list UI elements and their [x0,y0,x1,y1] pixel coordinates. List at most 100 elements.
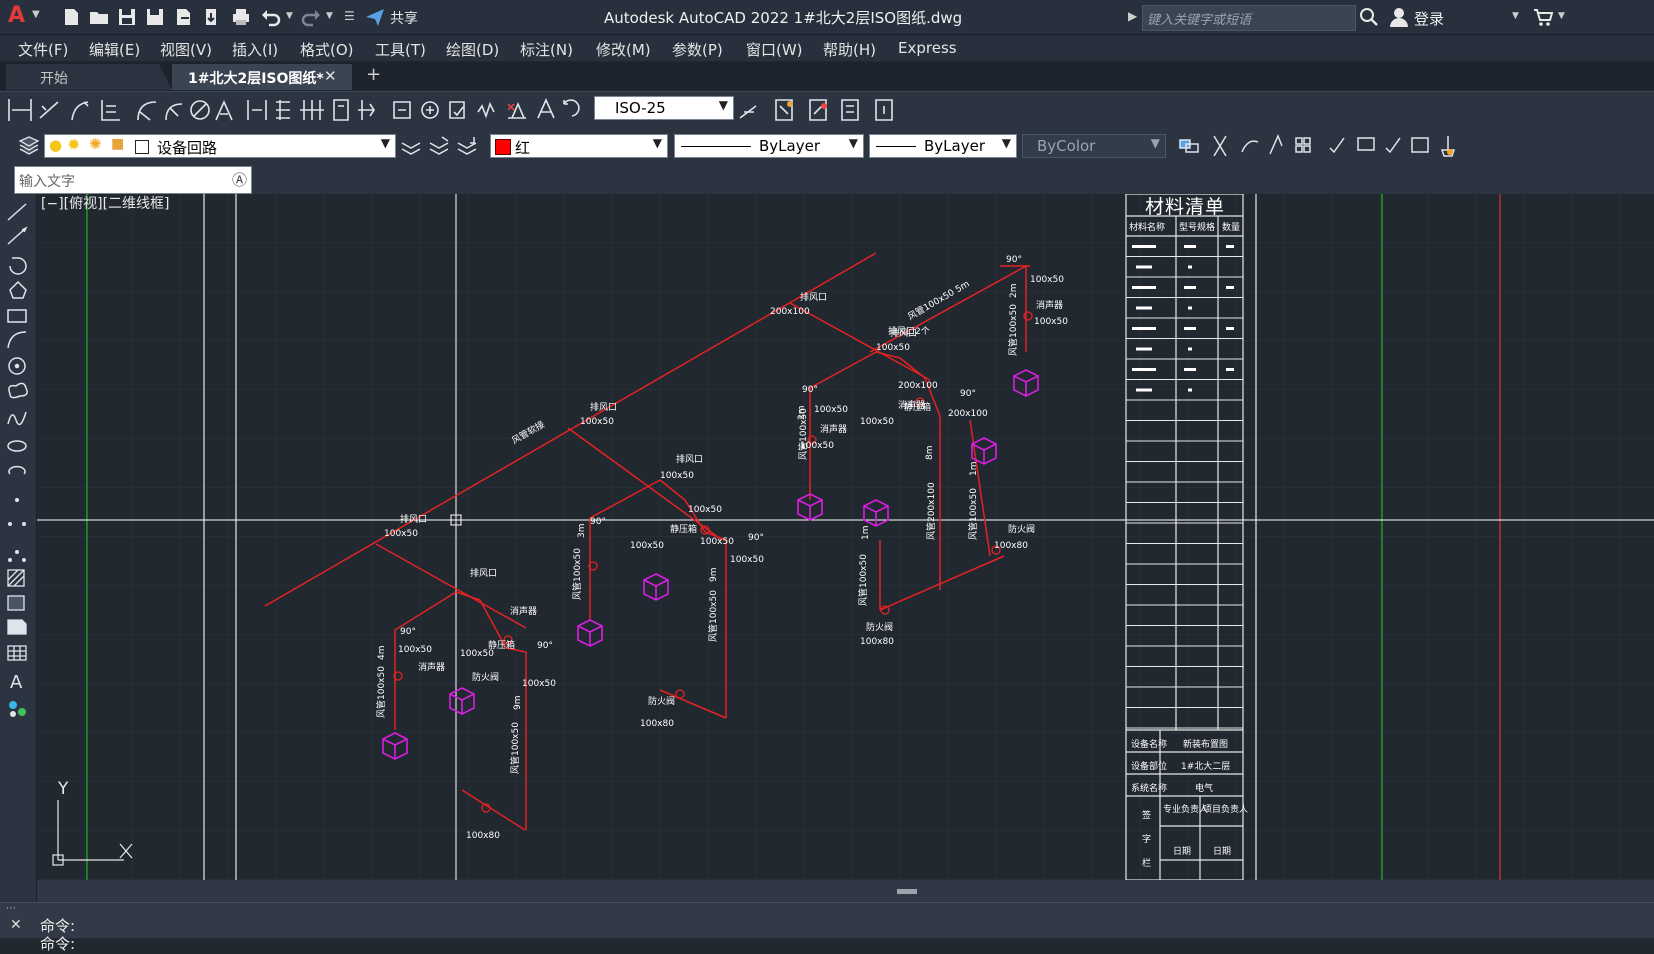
make-current-layer-icon[interactable] [400,135,422,157]
drawing-canvas[interactable]: 90° 90° 90° 90° 90° 90° 90° 100x50 100x50 100x50 1… [37,194,1654,880]
tab-close-icon[interactable]: ✕ [324,67,337,85]
chevron-down-icon: ▼ [718,98,728,112]
color-select[interactable]: 红 ▼ [490,134,668,158]
sign-col-1: 专业负责人 [1163,805,1209,815]
menu-insert[interactable]: 插入(I) [232,39,278,60]
drawing-annotation: 9m [513,696,523,711]
bom-cell-mark [1184,286,1196,289]
drawing-viewport[interactable]: 90° 90° 90° 90° 90° 90° 90° 100x50 100x50 100x50 1… [37,194,1654,880]
drawing-annotation: 90° [1006,255,1022,265]
chevron-down-icon: ▼ [380,136,390,150]
menu-window[interactable]: 窗口(W) [746,39,803,60]
command-line[interactable]: ⋯ ✕ 命令: 命令: [0,902,1654,953]
user-icon[interactable] [1388,6,1410,28]
cmdline-grip-icon[interactable]: ⋯ [6,903,17,914]
dimension-toolbar-icons[interactable] [0,92,600,128]
share-icon[interactable] [364,6,386,28]
drawing-annotation: 排风口 [800,291,827,303]
drawing-annotation: 90° [802,385,818,395]
drawing-annotation: 100x50 [522,679,556,689]
drawing-annotation: 1m [969,462,979,477]
menu-express[interactable]: Express [898,39,957,57]
lineweight-select[interactable]: ByLayer ▼ [869,134,1017,158]
drawing-annotation: 100x50 [700,537,734,547]
dim-style-select[interactable]: ISO-25 ▼ [594,96,734,120]
save-icon[interactable] [116,6,138,28]
login-label[interactable]: 登录 [1414,8,1444,29]
info-value-1: 新装布置图 [1183,740,1229,750]
search-expand-icon[interactable]: ▶ [1128,9,1137,23]
share-label[interactable]: 共享 [390,8,418,28]
publish-icon[interactable] [200,6,222,28]
bom-cell-mark [1132,245,1156,248]
drawing-annotation: 风管200x100 [925,482,937,540]
draw-toolbar: A [0,194,37,902]
cmdline-close-icon[interactable]: ✕ [10,917,22,933]
dimension-toolbar-icons-2[interactable] [738,92,918,128]
properties-toolbar: ● ✹ ✺ ■ 设备回路 ▼ 红 ▼ ByLayer ▼ ByLayer ▼ B… [0,128,1654,164]
customize-qat-icon[interactable]: ☰ [344,9,355,23]
lineweight-value: ByLayer [924,137,985,155]
drawing-annotation: 1m [861,526,871,541]
drawing-annotation: 8m [925,446,935,461]
undo-icon[interactable] [260,6,282,28]
match-layer-icon[interactable] [428,135,450,157]
layer-previous-icon[interactable] [456,135,478,157]
menu-tools[interactable]: 工具(T) [375,39,426,60]
menu-view[interactable]: 视图(V) [160,39,212,60]
layer-properties-icon[interactable] [18,135,40,157]
lineweight-sample [876,146,916,147]
layer-name: 设备回路 [157,139,218,157]
new-tab-button[interactable]: + [366,64,381,85]
modify-toolbar-icons[interactable] [1172,128,1472,162]
menu-parametric[interactable]: 参数(P) [672,39,723,60]
text-search-icon[interactable]: Ⓐ [232,169,247,190]
app-menu-chevron-icon[interactable]: ▼ [32,9,40,20]
viewport-freeze-icon: ✺ [89,135,102,153]
login-dropdown-icon[interactable]: ▼ [1512,11,1519,21]
chevron-down-icon: ▼ [848,136,858,150]
tab-start-label: 开始 [40,71,68,87]
export-icon[interactable] [172,6,194,28]
redo-icon[interactable] [300,6,322,28]
search-input[interactable]: 键入关键字或短语 [1142,5,1356,31]
tab-active-drawing[interactable]: 1#北大2层ISO图纸* ✕ [172,64,352,90]
menu-help[interactable]: 帮助(H) [823,39,876,60]
print-icon[interactable] [230,6,252,28]
bom-cell-mark [1226,327,1234,330]
draw-toolbar-icons[interactable]: A [0,194,36,734]
open-folder-icon[interactable] [88,6,110,28]
bom-cell-mark [1184,327,1196,330]
drawing-annotation: 风管100x50 [1007,304,1019,356]
layer-select[interactable]: ● ✹ ✺ ■ 设备回路 ▼ [44,134,396,158]
save-as-icon[interactable] [144,6,166,28]
scroll-thumb[interactable] [897,889,917,894]
menu-file[interactable]: 文件(F) [18,39,68,60]
tab-start[interactable]: 开始 [6,64,172,90]
plotstyle-select[interactable]: ByColor ▼ [1022,134,1166,158]
menu-edit[interactable]: 编辑(E) [89,39,140,60]
bom-cell-mark [1132,286,1156,289]
bom-header-qty: 数量 [1222,223,1241,233]
sun-icon: ✹ [67,135,81,154]
autocad-logo[interactable]: A [8,3,25,28]
menu-modify[interactable]: 修改(M) [596,39,651,60]
menu-format[interactable]: 格式(O) [300,39,354,60]
redo-dropdown-icon[interactable]: ▼ [326,11,333,21]
chevron-down-icon: ▼ [1150,136,1160,150]
undo-dropdown-icon[interactable]: ▼ [286,11,293,21]
viewport-label[interactable]: [−][俯视][二维线框] [41,194,170,213]
search-icon[interactable] [1358,6,1380,28]
text-input-field[interactable]: 输入文字 Ⓐ [14,166,252,194]
color-value: 红 [515,139,531,157]
drawing-annotation: 100x50 [730,555,764,565]
new-file-icon[interactable] [60,6,82,28]
menu-draw[interactable]: 绘图(D) [446,39,499,60]
drawing-annotation: 排风口 [470,567,497,579]
menu-dimension[interactable]: 标注(N) [520,39,573,60]
horizontal-scrollbar[interactable] [37,880,1654,902]
cart-icon[interactable] [1532,6,1554,28]
linetype-select[interactable]: ByLayer ▼ [674,134,864,158]
bom-cell-mark [1184,245,1196,248]
help-dropdown-icon[interactable]: ▼ [1558,11,1565,21]
